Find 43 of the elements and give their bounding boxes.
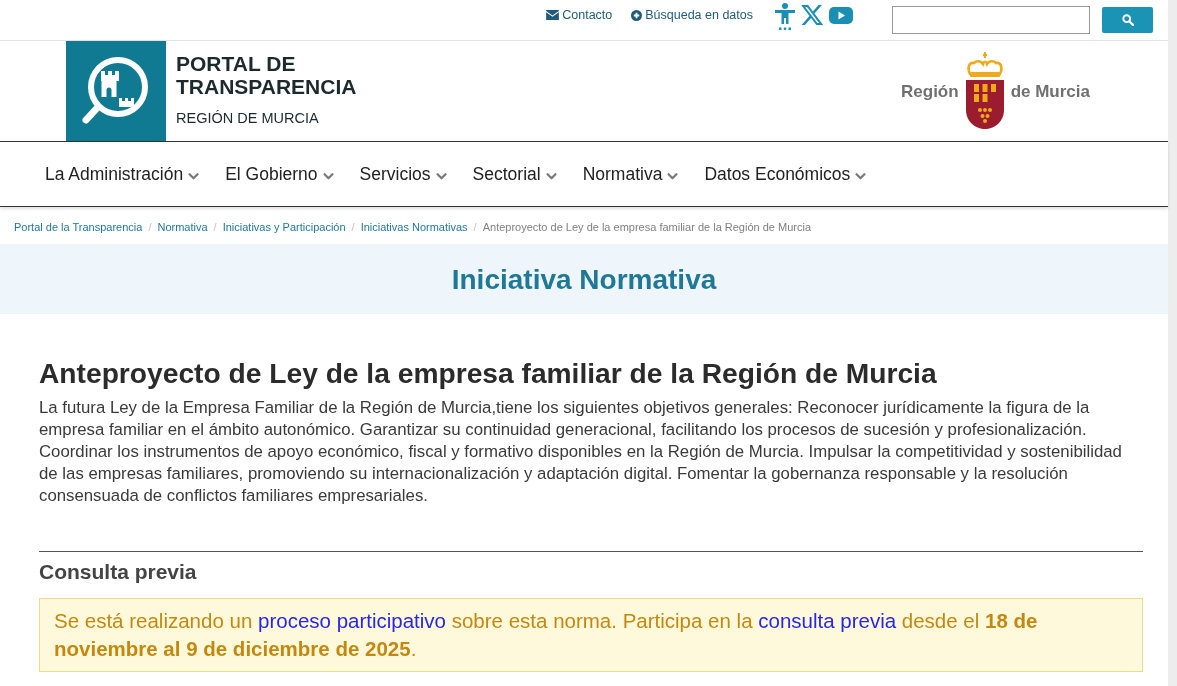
region-logo-text: de Murcia xyxy=(1010,81,1090,104)
breadcrumb-link[interactable]: Portal de la Transparencia xyxy=(14,218,143,236)
notice-link[interactable]: consulta previa xyxy=(758,609,897,632)
video-play-icon[interactable] xyxy=(829,7,853,24)
nav-menu-item[interactable]: El Gobierno xyxy=(225,160,334,188)
breadcrumb-link[interactable]: Iniciativas Normativas xyxy=(360,218,468,236)
chevron-down-icon xyxy=(545,172,557,180)
breadcrumb-separator: / xyxy=(212,219,218,235)
plus-circle-icon xyxy=(631,9,643,21)
breadcrumb-separator: / xyxy=(350,219,356,235)
logo-subtitle: REGIÓN DE MURCIA xyxy=(176,109,320,129)
notice-link[interactable]: proceso participativo xyxy=(258,609,446,632)
breadcrumb-separator: / xyxy=(472,219,478,235)
page-title: Anteproyecto de Ley de la empresa familiar de la Región de Murcia xyxy=(39,356,938,390)
logo-title: PORTAL DE TRANSPARENCIA xyxy=(176,52,357,99)
nav-menu-item[interactable]: Datos Económicos xyxy=(704,160,867,188)
nav-menu-item[interactable]: Normativa xyxy=(582,160,679,188)
chevron-down-icon xyxy=(855,172,867,180)
x-logo-icon[interactable] xyxy=(801,5,823,25)
data-search-link[interactable]: Búsqueda en datos xyxy=(631,5,753,25)
search-field[interactable] xyxy=(892,6,1090,34)
contact-link[interactable]: Contacto xyxy=(546,5,613,25)
nav-menu-item[interactable]: Sectorial xyxy=(472,160,557,188)
search-icon xyxy=(1121,14,1134,26)
breadcrumb-separator: / xyxy=(147,219,153,235)
magnifier-logo[interactable] xyxy=(66,41,166,141)
breadcrumb-link[interactable]: Iniciativas y Participación xyxy=(222,218,346,236)
search-button[interactable] xyxy=(1102,7,1153,33)
chevron-down-icon xyxy=(667,172,679,180)
notice-message: Se está realizando un proceso participativo sobre esta norma. Participa en la consulta previa desde el 18 de noviembre al 9 de diciembre de 2025. xyxy=(54,608,1039,662)
region-logo-text: Región xyxy=(901,81,959,104)
breadcrumb-current: Anteproyecto de Ley de la empresa familiar de la Región de Murcia xyxy=(482,219,812,235)
chevron-down-icon xyxy=(188,172,200,180)
section-heading: Consulta previa xyxy=(39,559,198,585)
nav-menu-item[interactable]: La Administración xyxy=(45,160,200,188)
chevron-down-icon xyxy=(435,172,447,180)
description-paragraph: La futura Ley de la Empresa Familiar de la Región de Murcia,tiene los siguientes objetivos generales: Reconocer jurídicamente la figura de la empresa familiar en el ámbito autonómico. Garantizar su continuidad generacional, facilitando los procesos de sucesión y profesionalización. Coordinar los instrumentos de apoyo económico, fiscal y formativo disponibles en la Región de Murcia. Impulsar la competitividad y sostenibilidad de las empresas familiares, promoviendo su internacionalización y adaptación digital. Fomentar la gobernanza responsable y la resolución consensuada de conflictos familiares empresariales. xyxy=(39,397,1123,507)
envelope-icon xyxy=(546,10,560,20)
breadcrumb-link[interactable]: Normativa xyxy=(157,218,208,236)
banner-title: Iniciativa Normativa xyxy=(451,263,717,297)
accessibility-icon[interactable] xyxy=(775,3,795,30)
nav-menu-item[interactable]: Servicios xyxy=(359,160,447,188)
chevron-down-icon xyxy=(322,172,334,180)
